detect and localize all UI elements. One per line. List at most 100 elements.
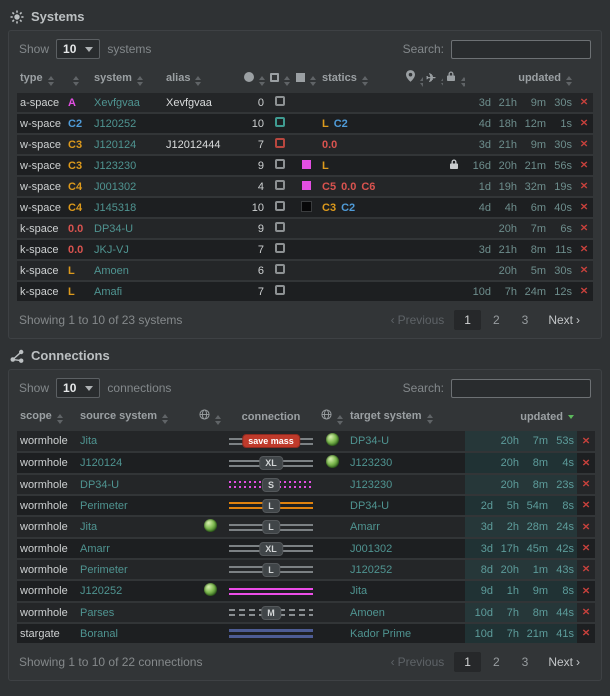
status-checkbox[interactable]: [275, 159, 285, 169]
status-checkbox[interactable]: [275, 96, 285, 106]
system-link[interactable]: Amafi: [94, 286, 122, 298]
source-system-link[interactable]: Boranal: [80, 628, 118, 640]
connections-column-header[interactable]: connection: [225, 406, 317, 429]
delete-icon[interactable]: ×: [582, 521, 590, 531]
systems-column-header[interactable]: [403, 67, 423, 91]
system-link[interactable]: J120124: [94, 139, 136, 151]
systems-column-header[interactable]: updated: [465, 67, 575, 91]
page-button[interactable]: 2: [483, 652, 510, 672]
source-system-link[interactable]: Amarr: [80, 543, 110, 555]
delete-icon[interactable]: ×: [582, 564, 590, 574]
systems-column-header[interactable]: [65, 67, 91, 91]
systems-column-header[interactable]: [443, 67, 465, 91]
page-button[interactable]: 1: [454, 652, 481, 672]
systems-column-header[interactable]: type: [17, 67, 65, 91]
source-system-link[interactable]: J120252: [80, 585, 122, 597]
status-checkbox[interactable]: [275, 285, 285, 295]
search-input[interactable]: [451, 40, 591, 59]
connection-graphic[interactable]: save mass: [229, 435, 313, 448]
target-system-link[interactable]: J120252: [350, 564, 392, 576]
connection-graphic[interactable]: [229, 627, 313, 640]
connection-graphic[interactable]: [229, 585, 313, 598]
systems-column-header[interactable]: statics: [319, 67, 403, 91]
systems-column-header[interactable]: system: [91, 67, 163, 91]
target-system-link[interactable]: J123230: [350, 457, 392, 469]
source-system-link[interactable]: Jita: [80, 521, 97, 533]
system-link[interactable]: J123230: [94, 160, 136, 172]
connection-graphic[interactable]: L: [229, 521, 313, 534]
systems-column-header[interactable]: alias: [163, 67, 241, 91]
connections-column-header[interactable]: [195, 406, 225, 429]
connection-graphic[interactable]: L: [229, 563, 313, 576]
connections-column-header[interactable]: updated: [465, 406, 577, 429]
source-system-link[interactable]: Parses: [80, 607, 114, 619]
connections-column-header[interactable]: [317, 406, 347, 429]
page-size-select[interactable]: 10: [56, 378, 100, 398]
connections-column-header[interactable]: target system: [347, 406, 465, 429]
system-link[interactable]: J001302: [94, 181, 136, 193]
source-system-link[interactable]: Jita: [80, 435, 97, 447]
delete-icon[interactable]: ×: [580, 244, 588, 254]
delete-icon[interactable]: ×: [582, 628, 590, 638]
source-system-link[interactable]: Perimeter: [80, 500, 128, 512]
page-button[interactable]: 2: [483, 310, 510, 330]
target-system-link[interactable]: J123230: [350, 479, 392, 491]
status-checkbox[interactable]: [275, 180, 285, 190]
target-system-link[interactable]: Jita: [350, 585, 367, 597]
delete-icon[interactable]: ×: [580, 118, 588, 128]
system-link[interactable]: Xevfgvaa: [94, 97, 140, 109]
delete-icon[interactable]: ×: [582, 543, 590, 553]
status-checkbox[interactable]: [275, 264, 285, 274]
target-system-link[interactable]: J001302: [350, 543, 392, 555]
connection-graphic[interactable]: M: [229, 606, 313, 619]
delete-icon[interactable]: ×: [582, 585, 590, 595]
status-checkbox[interactable]: [275, 201, 285, 211]
target-system-link[interactable]: DP34-U: [350, 435, 389, 447]
previous-button[interactable]: ‹Previous: [380, 652, 453, 672]
page-size-select[interactable]: 10: [56, 39, 100, 59]
system-link[interactable]: J120252: [94, 118, 136, 130]
page-button[interactable]: 3: [512, 652, 539, 672]
delete-icon[interactable]: ×: [580, 97, 588, 107]
target-system-link[interactable]: Amoen: [350, 607, 385, 619]
connection-graphic[interactable]: L: [229, 499, 313, 512]
target-system-link[interactable]: Amarr: [350, 521, 380, 533]
status-checkbox[interactable]: [275, 117, 285, 127]
connection-graphic[interactable]: XL: [229, 457, 313, 470]
source-system-link[interactable]: DP34-U: [80, 479, 119, 491]
delete-icon[interactable]: ×: [580, 223, 588, 233]
source-system-link[interactable]: J120124: [80, 457, 122, 469]
system-link[interactable]: Amoen: [94, 265, 129, 277]
page-button[interactable]: 1: [454, 310, 481, 330]
connections-column-header[interactable]: scope: [17, 406, 77, 429]
system-link[interactable]: DP34-U: [94, 223, 133, 235]
next-button[interactable]: Next›: [540, 652, 591, 672]
systems-column-header[interactable]: ✈: [423, 67, 443, 91]
systems-column-header[interactable]: [267, 67, 293, 91]
connection-graphic[interactable]: S: [229, 478, 313, 491]
delete-icon[interactable]: ×: [582, 479, 590, 489]
delete-icon[interactable]: ×: [580, 265, 588, 275]
system-link[interactable]: JKJ-VJ: [94, 244, 129, 256]
delete-icon[interactable]: ×: [582, 457, 590, 467]
status-checkbox[interactable]: [275, 138, 285, 148]
delete-icon[interactable]: ×: [580, 286, 588, 296]
delete-icon[interactable]: ×: [580, 139, 588, 149]
system-link[interactable]: J145318: [94, 202, 136, 214]
delete-icon[interactable]: ×: [582, 435, 590, 445]
status-checkbox[interactable]: [275, 222, 285, 232]
delete-icon[interactable]: ×: [580, 160, 588, 170]
delete-icon[interactable]: ×: [582, 607, 590, 617]
connection-graphic[interactable]: XL: [229, 542, 313, 555]
search-input[interactable]: [451, 379, 591, 398]
systems-column-header[interactable]: [241, 67, 267, 91]
systems-column-header[interactable]: [293, 67, 319, 91]
target-system-link[interactable]: DP34-U: [350, 500, 389, 512]
delete-icon[interactable]: ×: [580, 181, 588, 191]
target-system-link[interactable]: Kador Prime: [350, 628, 411, 640]
previous-button[interactable]: ‹Previous: [380, 310, 453, 330]
next-button[interactable]: Next›: [540, 310, 591, 330]
source-system-link[interactable]: Perimeter: [80, 564, 128, 576]
connections-column-header[interactable]: source system: [77, 406, 195, 429]
page-button[interactable]: 3: [512, 310, 539, 330]
